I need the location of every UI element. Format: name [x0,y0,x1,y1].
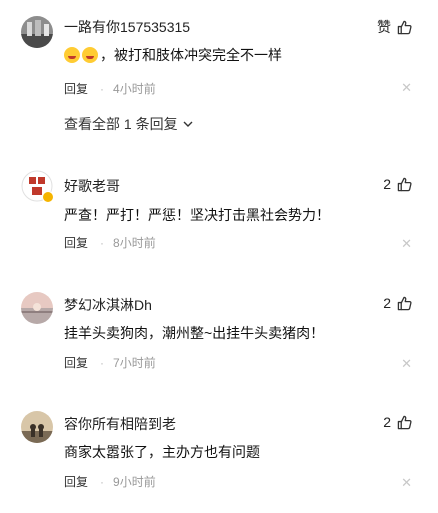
avatar[interactable] [21,16,53,48]
like-count: 2 [383,414,391,430]
separator-dot: · [100,474,105,489]
comment-meta: 回复 · 4小时前 [64,80,156,97]
verified-badge [42,191,54,203]
reply-button[interactable]: 回复 [64,80,88,97]
comment-text-content: ，被打和肢体冲突完全不一样 [100,47,282,63]
timestamp: 9小时前 [113,475,156,489]
separator-dot: · [100,235,105,250]
separator-dot: · [100,355,105,370]
reply-button[interactable]: 回复 [64,234,88,251]
close-icon[interactable]: ✕ [401,475,412,491]
username[interactable]: 梦幻冰淇淋Dh [64,295,152,315]
like-button[interactable]: 2 [383,295,412,311]
username[interactable]: 好歌老哥 [64,176,120,196]
view-all-label: 查看全部 1 条回复 [64,116,178,132]
like-button[interactable]: 2 [383,176,412,192]
view-all-replies-button[interactable]: 查看全部 1 条回复 [64,114,194,134]
thumbs-up-icon [397,415,412,429]
laughing-crying-emoji-icon [64,47,80,63]
comment-text: ，被打和肢体冲突完全不一样 [64,45,282,65]
timestamp: 7小时前 [113,356,156,370]
comment-meta: 回复 · 7小时前 [64,354,156,371]
reply-button[interactable]: 回复 [64,473,88,490]
like-count: 2 [383,295,391,311]
thumbs-up-icon [397,177,412,191]
thumbs-up-icon [397,20,412,34]
close-icon[interactable]: ✕ [401,236,412,252]
like-label: 赞 [377,19,391,35]
comment-text: 挂羊头卖狗肉，潮州整~出挂牛头卖猪肉！ [64,325,325,341]
laughing-crying-emoji-icon [82,47,98,63]
avatar[interactable] [21,292,53,324]
avatar[interactable] [21,411,53,443]
comment-meta: 回复 · 8小时前 [64,234,156,251]
username[interactable]: 容你所有相陪到老 [64,414,176,434]
reply-button[interactable]: 回复 [64,354,88,371]
comment-text: 严查！严打！严惩！坚决打击黑社会势力！ [64,207,330,223]
comment-text: 商家太嚣张了，主办方也有问题 [64,444,260,460]
username[interactable]: 一路有你157535315 [64,17,190,37]
thumbs-up-icon [397,296,412,310]
like-button[interactable]: 2 [383,414,412,430]
chevron-down-icon [183,121,193,127]
separator-dot: · [100,81,105,96]
like-count: 2 [383,176,391,192]
timestamp: 8小时前 [113,236,156,250]
comment-meta: 回复 · 9小时前 [64,473,156,490]
like-button[interactable]: 赞 [377,17,412,37]
timestamp: 4小时前 [113,82,156,96]
close-icon[interactable]: ✕ [401,356,412,372]
close-icon[interactable]: ✕ [401,80,412,96]
